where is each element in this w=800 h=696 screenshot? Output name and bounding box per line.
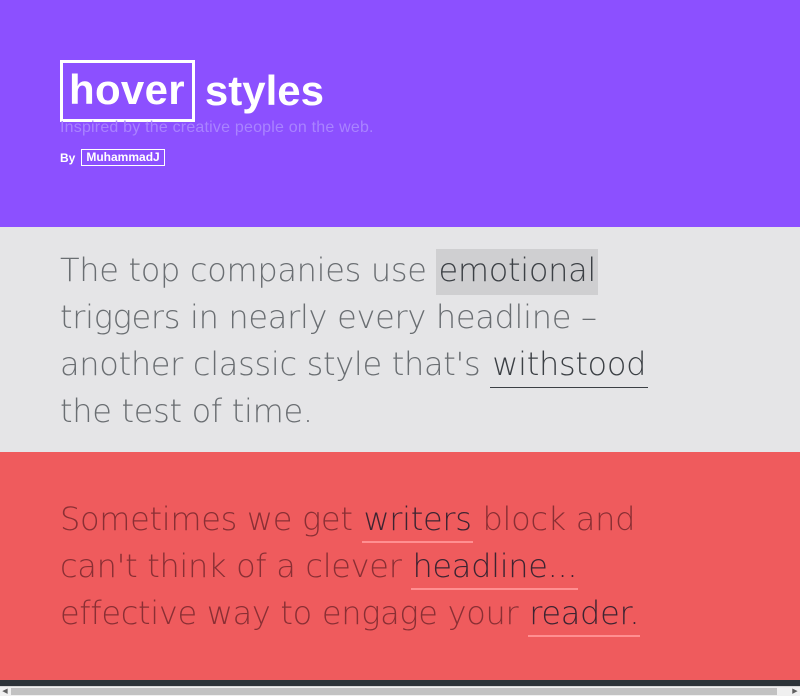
text-segment: the test of time.	[60, 392, 313, 430]
scrollbar-thumb[interactable]	[11, 688, 777, 695]
brand-logo: hover styles	[60, 60, 324, 122]
horizontal-scrollbar[interactable]: ◀ ▶	[0, 686, 800, 696]
paragraph-grey: The top companies use emotional triggers…	[60, 247, 700, 435]
hover-link-withstood[interactable]: withstood	[490, 345, 649, 388]
brand-word: styles	[204, 67, 324, 114]
hero-header: hover styles Inspired by the creative pe…	[0, 0, 800, 227]
text-segment: effective way to engage your	[60, 594, 529, 632]
hover-link-reader[interactable]: reader.	[528, 594, 641, 637]
hover-link-writers[interactable]: writers	[362, 500, 473, 543]
tagline: Inspired by the creative people on the w…	[60, 119, 374, 136]
chevron-left-icon[interactable]: ◀	[0, 687, 10, 696]
byline: By MuhammadJ	[60, 149, 165, 166]
paragraph-red: Sometimes we get writers block and can't…	[60, 496, 700, 637]
hover-link-headline[interactable]: headline...	[411, 547, 579, 590]
section-grey: The top companies use emotional triggers…	[0, 227, 800, 452]
text-segment: The top companies use	[60, 251, 437, 289]
author-link[interactable]: MuhammadJ	[81, 149, 165, 166]
chevron-right-icon[interactable]: ▶	[790, 687, 800, 696]
by-label: By	[60, 150, 76, 165]
text-segment: Sometimes we get	[60, 500, 363, 538]
hover-link-emotional[interactable]: emotional	[436, 249, 599, 295]
page: hover styles Inspired by the creative pe…	[0, 0, 800, 696]
brand-boxed-word: hover	[60, 60, 195, 122]
section-red: Sometimes we get writers block and can't…	[0, 452, 800, 680]
